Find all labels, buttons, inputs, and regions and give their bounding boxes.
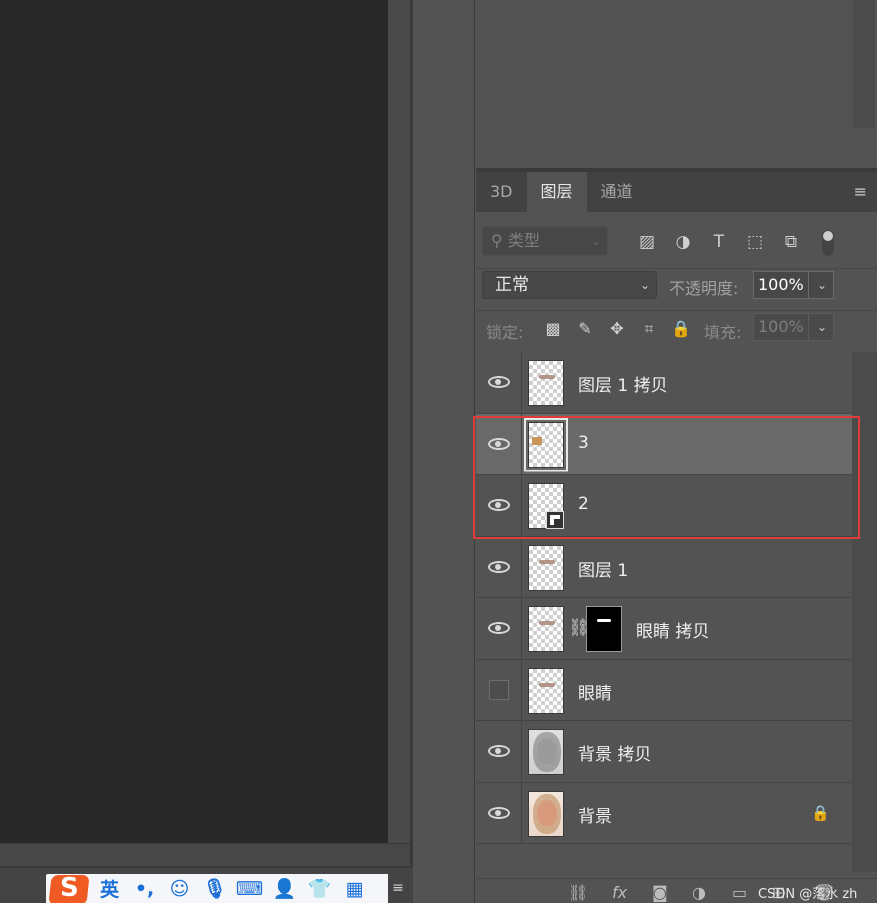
link-icon[interactable]: ⛓ — [568, 883, 588, 902]
sogou-logo-icon[interactable]: S — [46, 873, 92, 903]
lock-transparent-icon[interactable]: ▩ — [542, 319, 564, 339]
fill-label: 填充: — [704, 323, 742, 342]
tab-channels[interactable]: 通道 — [587, 172, 647, 212]
blend-mode-select[interactable]: 正常 ⌄ — [482, 271, 657, 299]
fill-slider-button[interactable]: ⌄ — [808, 313, 834, 341]
lock-artboard-icon[interactable]: ⌗ — [638, 319, 660, 339]
emoji-icon[interactable]: ☺ — [162, 874, 197, 903]
filter-kind-label: 类型 — [507, 231, 540, 250]
layer-thumbnail — [528, 790, 564, 837]
eye-icon — [487, 560, 510, 573]
search-icon: ⚲ — [491, 231, 508, 250]
visibility-toggle[interactable] — [476, 782, 522, 843]
eye-icon — [487, 376, 510, 389]
panel-gutter — [413, 0, 475, 903]
chevron-down-icon: ⌄ — [590, 234, 601, 248]
group-icon[interactable]: ▭ — [732, 883, 747, 902]
layer-name[interactable]: 图层 1 — [578, 556, 628, 581]
selection-highlight — [473, 416, 860, 539]
visibility-toggle[interactable] — [476, 352, 522, 413]
adjustment-filter-icon[interactable]: ◑ — [670, 232, 696, 252]
layer-thumbnail — [528, 360, 564, 406]
watermark-text: CSDN @落水 zh — [758, 887, 858, 902]
opacity-value: 100% — [758, 275, 804, 294]
eye-icon — [487, 745, 510, 758]
tab-layers[interactable]: 图层 — [526, 172, 587, 212]
layer-thumbnail — [528, 667, 564, 714]
layer-name[interactable]: 背景 拷贝 — [578, 740, 651, 765]
ime-punctuation-toggle[interactable]: •, — [127, 874, 162, 903]
tab-3d[interactable]: 3D — [476, 172, 527, 212]
panel-tabs: 3D 图层 通道 ≡ — [476, 172, 877, 212]
opacity-slider-button[interactable]: ⌄ — [808, 271, 834, 299]
visibility-toggle[interactable] — [476, 721, 522, 782]
image-filter-icon[interactable]: ▨ — [634, 232, 660, 252]
opacity-input[interactable]: 100% ⌄ — [753, 271, 834, 299]
fx-icon[interactable]: fx — [612, 883, 627, 902]
layer-thumbnail — [528, 606, 564, 652]
filter-kind-dropdown[interactable]: ⚲ 类型 ⌄ — [482, 226, 608, 256]
visibility-toggle[interactable] — [476, 659, 522, 720]
eye-icon — [487, 622, 510, 635]
upper-panel-scrollbar[interactable] — [853, 0, 875, 128]
ime-toolbar: S 英 •, ☺ 🎙 ⌨ 👤 👕 ▦ — [46, 873, 388, 903]
lock-position-icon[interactable]: ✥ — [606, 319, 628, 339]
user-icon[interactable]: 👤 — [267, 874, 302, 903]
layer-name[interactable]: 眼睛 拷贝 — [636, 617, 709, 642]
lock-row: 锁定: ▩ ✎ ✥ ⌗ 🔒 填充: 100% ⌄ — [476, 310, 877, 344]
layers-bottom-bar: ⛓ fx ◙ ◑ ▭ ⊞ 🗑 CSDN @落水 zh — [476, 878, 877, 903]
panel-menu-icon[interactable]: ≡ — [854, 182, 867, 201]
lock-all-icon[interactable]: 🔒 — [670, 319, 692, 339]
eye-icon — [487, 806, 510, 819]
ime-logo-letter: S — [60, 873, 79, 903]
layer-row[interactable]: 图层 1 拷贝 — [476, 352, 852, 414]
layer-name[interactable]: 图层 1 拷贝 — [578, 371, 668, 396]
layer-name[interactable]: 眼睛 — [578, 679, 612, 704]
lock-icons: ▩ ✎ ✥ ⌗ 🔒 — [542, 319, 692, 339]
visibility-toggle[interactable] — [476, 536, 522, 597]
filter-toggle[interactable] — [822, 230, 834, 256]
chevron-down-icon: ⌄ — [816, 278, 827, 292]
ime-menu-icon[interactable]: ≡ — [388, 880, 408, 898]
opacity-label: 不透明度: — [669, 279, 739, 298]
layer-filter-row: ⚲ 类型 ⌄ ▨ ◑ T ⬚ ⧉ — [476, 220, 877, 262]
layer-mask-thumbnail[interactable] — [586, 606, 622, 652]
filter-icons: ▨ ◑ T ⬚ ⧉ — [634, 232, 804, 252]
blend-mode-value: 正常 — [495, 275, 529, 295]
canvas-horizontal-scrollbar[interactable] — [0, 843, 410, 867]
document-canvas[interactable] — [0, 0, 388, 843]
canvas-vertical-scrollbar[interactable] — [388, 0, 410, 843]
fill-input[interactable]: 100% ⌄ — [753, 313, 834, 341]
mask-icon[interactable]: ◙ — [652, 883, 668, 902]
keyboard-icon[interactable]: ⌨ — [232, 874, 267, 903]
microphone-icon[interactable]: 🎙 — [197, 874, 232, 903]
skin-icon[interactable]: 👕 — [302, 874, 337, 903]
chevron-down-icon: ⌄ — [639, 278, 650, 292]
blend-row: 正常 ⌄ 不透明度: 100% ⌄ — [476, 268, 877, 302]
upper-panel — [476, 0, 877, 168]
layer-thumbnail — [528, 544, 564, 591]
layer-thumbnail — [528, 729, 564, 775]
lock-image-icon[interactable]: ✎ — [574, 319, 596, 339]
photoshop-window: S 英 •, ☺ 🎙 ⌨ 👤 👕 ▦ ≡ 3D 图层 通道 ≡ ⚲ 类型 ⌄ ▨… — [0, 0, 877, 903]
lock-icon: 🔒 — [811, 803, 830, 822]
smart-object-filter-icon[interactable]: ⧉ — [778, 232, 804, 252]
layer-row[interactable]: ⛓ 眼睛 拷贝 — [476, 598, 852, 660]
toolbox-icon[interactable]: ▦ — [337, 874, 372, 903]
layer-row[interactable]: 背景 🔒 — [476, 782, 852, 844]
shape-filter-icon[interactable]: ⬚ — [742, 232, 768, 252]
adjustment-icon[interactable]: ◑ — [692, 883, 706, 902]
layer-name[interactable]: 背景 — [578, 802, 612, 827]
layer-row[interactable]: 眼睛 — [476, 659, 852, 721]
lock-label: 锁定: — [486, 323, 524, 342]
chevron-down-icon: ⌄ — [816, 320, 827, 334]
visibility-toggle[interactable] — [476, 598, 522, 659]
layer-row[interactable]: 图层 1 — [476, 536, 852, 598]
ime-language-toggle[interactable]: 英 — [92, 874, 127, 903]
fill-value: 100% — [758, 317, 804, 336]
text-filter-icon[interactable]: T — [706, 232, 732, 252]
hidden-visibility-box — [488, 679, 509, 700]
layer-row[interactable]: 背景 拷贝 — [476, 721, 852, 783]
